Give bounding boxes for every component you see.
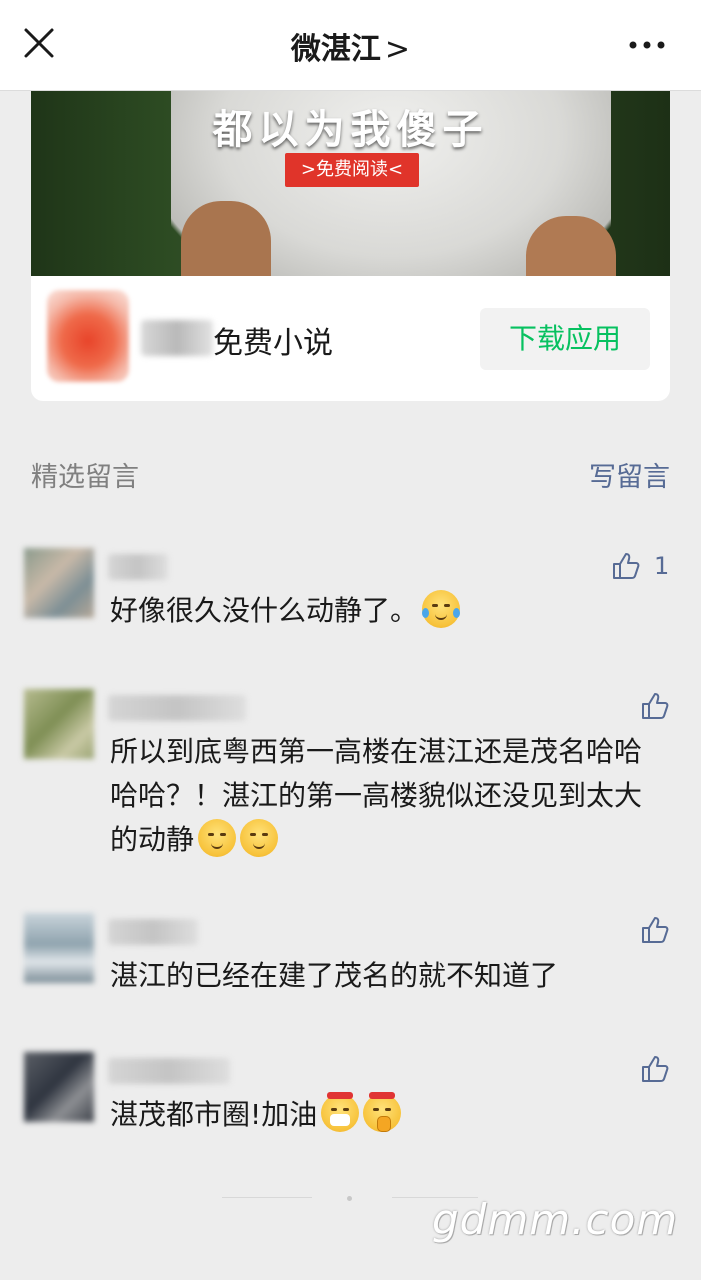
- commenter-nickname: [108, 1058, 230, 1084]
- download-app-button[interactable]: 下载应用: [480, 308, 650, 370]
- more-icon[interactable]: [622, 30, 672, 60]
- awkward-smile-emoji-icon: [240, 819, 279, 857]
- comment-body: 湛江的已经在建了茂名的就不知道了: [110, 959, 559, 992]
- free-read-button[interactable]: >免费阅读<: [285, 153, 419, 187]
- app-name: 免费小说: [213, 326, 333, 361]
- ad-headline: 都以为我傻子: [212, 107, 489, 153]
- comment-text: 好像很久没什么动静了。: [110, 589, 670, 633]
- watermark: gdmm.com: [432, 1195, 679, 1244]
- comment-text: 所以到底粤西第一高楼在湛江还是茂名哈哈哈哈？！湛江的第一高楼貌似还没见到太大的动…: [110, 730, 658, 862]
- divider: [222, 1197, 312, 1198]
- comment-text: 湛茂都市圈!加油: [110, 1092, 670, 1137]
- thumbs-up-icon[interactable]: [640, 691, 670, 721]
- divider-dot: [347, 1196, 352, 1201]
- comment-text: 湛江的已经在建了茂名的就不知道了: [110, 954, 670, 998]
- app-name-blurred: [141, 320, 213, 356]
- comment-body: 所以到底粤西第一高楼在湛江还是茂名哈哈哈哈？！湛江的第一高楼貌似还没见到太大的动…: [110, 735, 643, 856]
- account-title-text: 微湛江: [290, 32, 381, 67]
- app-logo-icon: [47, 290, 129, 382]
- avatar[interactable]: [24, 913, 94, 983]
- thumbs-up-icon[interactable]: [640, 1054, 670, 1084]
- account-title[interactable]: 微湛江 >: [0, 24, 701, 68]
- thumbs-up-icon[interactable]: [611, 551, 641, 581]
- like-count: 1: [654, 552, 670, 580]
- shushing-face-emoji-icon: [363, 1092, 402, 1132]
- commenter-nickname: [108, 919, 198, 945]
- ad-image-arm: [181, 201, 271, 276]
- comments-header: 精选留言 写留言: [31, 455, 670, 495]
- comment-body: 好像很久没什么动静了。: [110, 594, 419, 627]
- commenter-nickname: [108, 554, 168, 580]
- top-bar: 微湛江 >: [0, 0, 701, 91]
- avatar[interactable]: [24, 689, 94, 759]
- commenter-nickname: [108, 695, 246, 721]
- mask-face-emoji-icon: [321, 1092, 360, 1132]
- laughing-tears-emoji-icon: [422, 590, 461, 628]
- ad-app-row: 免费小说 下载应用: [31, 276, 670, 401]
- comment-body: 湛茂都市圈!加油: [110, 1098, 318, 1131]
- thumbs-up-icon[interactable]: [640, 915, 670, 945]
- write-comment-link[interactable]: 写留言: [589, 455, 670, 494]
- ad-image[interactable]: 都以为我傻子 >免费阅读<: [31, 91, 670, 276]
- ad-card[interactable]: 都以为我傻子 >免费阅读< 免费小说 下载应用: [31, 91, 670, 401]
- awkward-smile-emoji-icon: [198, 819, 237, 857]
- featured-comments-label: 精选留言: [31, 462, 139, 493]
- avatar[interactable]: [24, 548, 94, 618]
- avatar[interactable]: [24, 1052, 94, 1122]
- chevron-right-icon: >: [384, 32, 411, 67]
